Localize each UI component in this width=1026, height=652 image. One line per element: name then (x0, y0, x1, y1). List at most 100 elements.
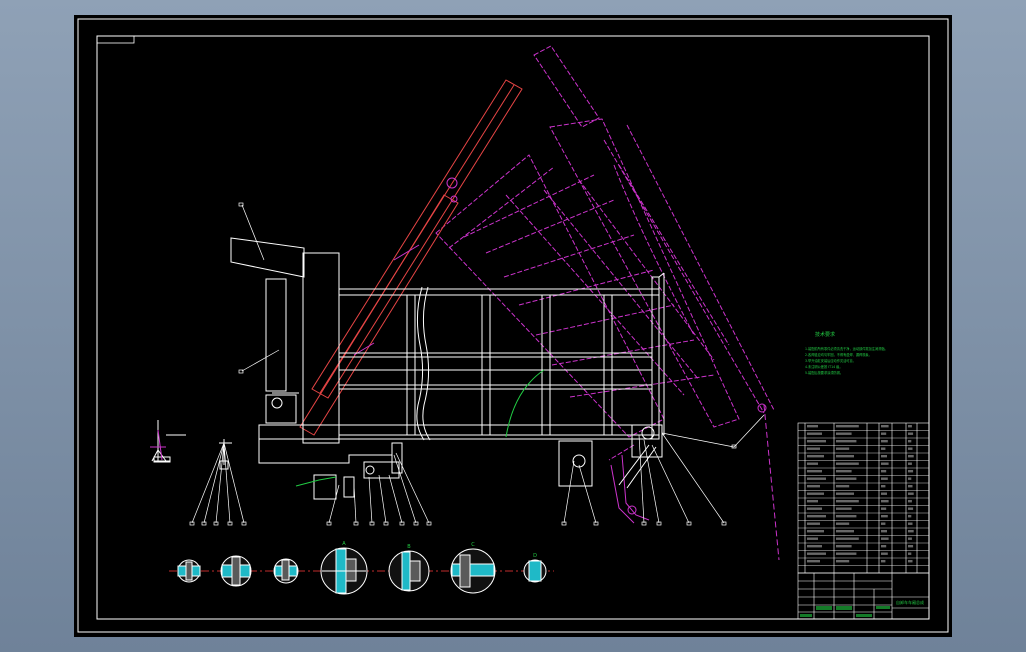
parts-list-cell-text (881, 537, 889, 540)
front-wall (302, 252, 340, 444)
parts-list-cell-text (836, 440, 857, 443)
section-detail-D (523, 559, 547, 583)
parts-list-cell-text (836, 507, 852, 510)
tailgate-swing (757, 403, 780, 561)
cylinder-pivots (353, 177, 458, 356)
parts-list-cell-text (881, 545, 887, 548)
parts-list-cell-text (807, 462, 818, 465)
parts-list-cell-text (836, 530, 854, 533)
section-detail-3 (273, 558, 299, 584)
outer-frame (77, 18, 949, 633)
balloons (189, 202, 737, 526)
parts-list-cell-text (836, 447, 850, 450)
parts-list-cell-text (908, 470, 914, 473)
front-guard (230, 237, 305, 278)
note-line: 3.举升油缸安装后应动作灵活可靠。 (805, 358, 856, 363)
label-detail-A: A (342, 541, 346, 547)
parts-list-cell-text (881, 425, 889, 428)
parts-list-cell-text (881, 492, 887, 495)
parts-list-cell-text (807, 425, 818, 428)
title-block-fills (800, 606, 890, 617)
parts-list-cell-text (836, 462, 859, 465)
parts-list-cell-text (908, 507, 914, 510)
parts-list-cell-text (881, 477, 888, 480)
parts-list-cell-text (836, 455, 854, 458)
cad-viewport[interactable]: A B C D 技术要求 1.装配前所有零件必须清洗干净，运动部件需加注润滑脂。… (74, 15, 952, 637)
parts-list-cell-text (881, 485, 886, 488)
parts-list-cell-text (908, 522, 913, 525)
section-detail-A (320, 547, 368, 595)
parts-list-cell-text (807, 545, 822, 548)
parts-list-cell-text (807, 560, 820, 563)
parts-list-cell-text (836, 492, 854, 495)
parts-list-cell-text (807, 530, 824, 533)
parts-list-cell-text (836, 425, 859, 428)
parts-list-cell-text (908, 552, 912, 555)
parts-list-cell-text (807, 537, 818, 540)
parts-list-cell-text (807, 552, 826, 555)
parts-list-cell-text (881, 552, 888, 555)
section-detail-B (388, 550, 430, 592)
leader-lines (191, 204, 765, 524)
parts-list-cell-text (807, 432, 822, 435)
note-line: 2.各焊缝应均匀牢固，不得有虚焊、漏焊现象。 (805, 352, 872, 357)
inner-frame (96, 35, 930, 620)
hydraulic-cylinder (299, 79, 523, 436)
parts-list-cell-text (908, 432, 914, 435)
note-line: 5.装配后按要求涂漆防锈。 (805, 370, 843, 375)
parts-list-cell-text (908, 485, 913, 488)
parts-list-cell-text (908, 560, 913, 563)
note-line: 1.装配前所有零件必须清洗干净，运动部件需加注润滑脂。 (805, 346, 888, 351)
parts-list-cell-text (807, 507, 822, 510)
parts-list-cell-text (881, 560, 886, 563)
parts-list-cell-text (836, 522, 850, 525)
section-details (177, 547, 547, 595)
parts-list-cell-text (836, 485, 850, 488)
technical-notes: 技术要求 1.装配前所有零件必须清洗干净，运动部件需加注润滑脂。 2.各焊缝应均… (805, 331, 888, 375)
label-detail-D: D (533, 553, 537, 559)
label-detail-B: B (407, 544, 411, 550)
parts-list-cell-text (881, 440, 888, 443)
title-block (797, 572, 930, 620)
parts-list-cell-text (807, 477, 826, 480)
front-pillar (265, 278, 287, 392)
parts-list-cell-text (836, 500, 859, 503)
parts-list-cell-text (836, 537, 859, 540)
section-detail-C (450, 548, 496, 594)
parts-list-cell-text (881, 515, 888, 518)
parts-list-cell-text (807, 515, 826, 518)
parts-list-cell-text (881, 522, 886, 525)
note-line: 4.未注明公差按 IT14 级。 (805, 364, 843, 369)
subframe (265, 392, 400, 500)
parts-list-cell-text (881, 447, 886, 450)
tipping-angle-arc (295, 369, 545, 487)
parts-list-cell-text (807, 500, 818, 503)
parts-list-cell-text (807, 522, 820, 525)
parts-list-cell-text (836, 432, 852, 435)
notes-title: 技术要求 (815, 331, 835, 338)
title-block-title: 自卸车车厢总成 (896, 599, 924, 605)
parts-list-cell-text (836, 560, 850, 563)
parts-list-cell-text (908, 477, 912, 480)
parts-list-cell-text (908, 447, 913, 450)
parts-list-cell-text (908, 492, 914, 495)
parts-list-cell-text (908, 462, 912, 465)
parts-list-cell-text (807, 447, 820, 450)
parts-list-cell-text (881, 455, 887, 458)
parts-list-cell-text (908, 515, 912, 518)
parts-list-cell-text (807, 485, 820, 488)
parts-list-cell-text (908, 425, 912, 428)
parts-list-cell-text (881, 462, 889, 465)
parts-list-cell-text (908, 440, 912, 443)
parts-list-cell-text (836, 515, 857, 518)
section-detail-2 (220, 555, 252, 587)
parts-list-cell-text (908, 537, 912, 540)
section-labels: A B C D (342, 541, 537, 559)
rear-hinge (631, 424, 663, 458)
parts-list-cell-text (881, 500, 889, 503)
dump-body (230, 237, 665, 489)
parts-list-cell-text (908, 500, 912, 503)
parts-list-cell-text (881, 432, 887, 435)
parts-list-cell-text (807, 470, 822, 473)
parts-list-cell-text (881, 470, 887, 473)
